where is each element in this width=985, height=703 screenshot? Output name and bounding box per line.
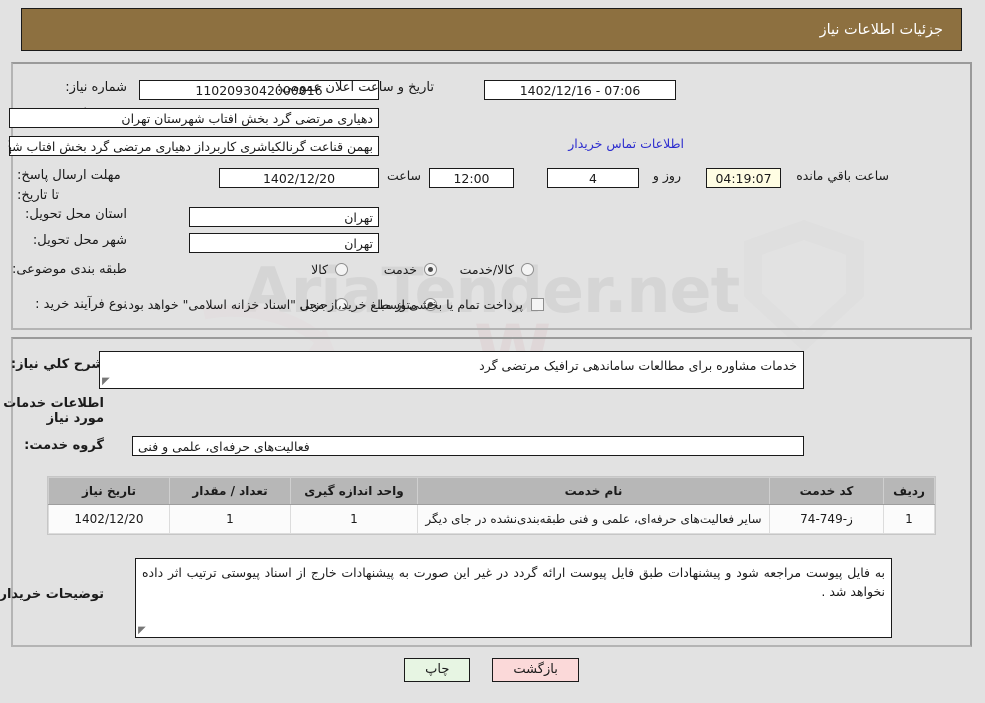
th-need-date: تاریخ نیاز [49, 477, 171, 505]
service-group-label: گروه خدمت: [25, 438, 105, 453]
delivery-province-label: استان محل تحویل: [26, 207, 128, 222]
buyer-org-value[interactable]: دهیاری مرتضی گرد بخش افتاب شهرستان تهران [10, 108, 380, 128]
service-group-label-wrap: گروه خدمت: [25, 438, 105, 453]
resize-grip-icon[interactable]: ◥ [103, 376, 113, 387]
cell-row-no: 1 [884, 504, 936, 534]
buyer-notes-textarea[interactable]: به فایل پیوست مراجعه شود و پیشنهادات طبق… [136, 558, 893, 638]
cell-unit: 1 [291, 504, 419, 534]
buyer-notes-value: به فایل پیوست مراجعه شود و پیشنهادات طبق… [143, 565, 886, 600]
resize-grip-icon-notes[interactable]: ◥ [139, 625, 149, 636]
delivery-province-field-wrap: تهران [190, 207, 380, 227]
category-option-goods-service-label: کالا/خدمت [460, 262, 515, 277]
th-quantity: تعداد / مقدار [170, 477, 292, 505]
deadline-label-wrap: مهلت ارسال پاسخ: تا تاریخ: [18, 166, 128, 205]
public-announce-value[interactable]: 07:06 - 1402/12/16 [485, 80, 677, 100]
deadline-hour-label-wrap: ساعت [388, 168, 422, 183]
table-row[interactable]: 1 ز-749-74 سایر فعالیت‌های حرفه‌ای، علمی… [49, 504, 936, 534]
category-radio-service-icon[interactable] [425, 263, 438, 276]
deadline-days[interactable]: 4 [548, 168, 640, 188]
print-button[interactable]: چاپ [405, 658, 472, 683]
cell-service-name: سایر فعالیت‌های حرفه‌ای، علمی و فنی طبقه… [418, 504, 771, 534]
buyer-contact-link-wrap: اطلاعات تماس خریدار [569, 136, 685, 151]
page-title: جزئیات اطلاعات نیاز [820, 21, 944, 38]
need-summary-label-wrap: شرح کلي نياز: [12, 357, 105, 372]
deadline-hour[interactable]: 12:00 [430, 168, 515, 188]
delivery-city-label: شهر محل تحویل: [33, 233, 128, 248]
category-option-goods[interactable]: کالا [312, 262, 349, 277]
need-number-label: شماره نیاز: [66, 80, 128, 95]
request-creator-value[interactable]: بهمن قناعت گرنالکیاشری کاربرداز دهیاری م… [10, 136, 380, 156]
deadline-date[interactable]: 1402/12/20 [220, 168, 380, 188]
category-label: طبقه بندی موضوعی: [12, 262, 128, 277]
delivery-city-label-wrap: شهر محل تحویل: [34, 233, 128, 248]
th-unit: واحد اندازه گیری [291, 477, 419, 505]
cell-need-date: 1402/12/20 [49, 504, 171, 534]
purchase-type-label-wrap: نوع فرآیند خرید : [36, 297, 128, 312]
deadline-days-label-wrap: روز و [654, 168, 682, 183]
treasury-bonds-checkbox[interactable] [532, 298, 545, 311]
public-announce-label: تاریخ و ساعت اعلان عمومی: [278, 80, 435, 95]
buyer-org-field-wrap: دهیاری مرتضی گرد بخش افتاب شهرستان تهران [10, 108, 380, 128]
th-service-code: کد خدمت [770, 477, 885, 505]
category-option-goods-service[interactable]: کالا/خدمت [461, 262, 535, 277]
need-info-panel [12, 62, 973, 330]
treasury-bonds-label: پرداخت تمام یا بخشی از مبلغ خرید،از محل … [125, 297, 524, 312]
action-button-bar: بازگشت چاپ [0, 658, 985, 683]
service-group-field-wrap: فعالیت‌های حرفه‌ای، علمی و فنی [133, 436, 805, 456]
buyer-contact-link[interactable]: اطلاعات تماس خریدار [569, 136, 685, 151]
th-service-name: نام خدمت [418, 477, 771, 505]
delivery-city-field-wrap: تهران [190, 233, 380, 253]
deadline-days-wrap: 4 [548, 168, 640, 188]
table-header-row: ردیف کد خدمت نام خدمت واحد اندازه گیری ت… [49, 477, 936, 505]
need-summary-label: شرح کلي نياز: [11, 357, 105, 372]
need-number-label-wrap: شماره نیاز: [66, 80, 128, 95]
category-radio-goods-icon[interactable] [336, 263, 349, 276]
deadline-date-wrap: 1402/12/20 [220, 168, 380, 188]
cell-quantity: 1 [170, 504, 292, 534]
purchase-type-label: نوع فرآیند خرید : [36, 297, 128, 312]
deadline-hour-label: ساعت [387, 168, 422, 183]
request-creator-field-wrap: بهمن قناعت گرنالکیاشری کاربرداز دهیاری م… [10, 136, 380, 156]
service-group-value[interactable]: فعالیت‌های حرفه‌ای، علمی و فنی [133, 436, 805, 456]
buyer-notes-label: توضیحات خریدار: [0, 587, 105, 602]
cell-service-code: ز-749-74 [770, 504, 885, 534]
remaining-label-wrap: ساعت باقي مانده [797, 168, 890, 183]
public-announce-label-wrap: تاریخ و ساعت اعلان عمومی: [278, 80, 435, 95]
category-option-service-label: خدمت [384, 262, 418, 277]
deadline-remaining-label: ساعت باقي مانده [797, 168, 890, 183]
countdown-timer: 04:19:07 [707, 168, 782, 188]
need-summary-value: خدمات مشاوره برای مطالعات ساماندهی ترافی… [480, 358, 798, 373]
back-button[interactable]: بازگشت [493, 658, 580, 683]
services-table-wrapper: ردیف کد خدمت نام خدمت واحد اندازه گیری ت… [48, 476, 937, 535]
delivery-province-value[interactable]: تهران [190, 207, 380, 227]
category-option-goods-label: کالا [312, 262, 329, 277]
deadline-label: مهلت ارسال پاسخ: تا تاریخ: [18, 168, 122, 203]
category-option-service[interactable]: خدمت [385, 262, 438, 277]
page-title-bar: جزئیات اطلاعات نیاز [22, 8, 963, 51]
need-summary-textarea[interactable]: خدمات مشاوره برای مطالعات ساماندهی ترافی… [100, 351, 805, 389]
th-row-no: ردیف [884, 477, 936, 505]
deadline-days-label: روز و [653, 168, 682, 183]
category-radio-goods-service-icon[interactable] [522, 263, 535, 276]
buyer-notes-label-wrap: توضیحات خریدار: [0, 587, 105, 602]
countdown-wrap: 04:19:07 [707, 168, 782, 188]
delivery-city-value[interactable]: تهران [190, 233, 380, 253]
category-label-wrap: طبقه بندی موضوعی: [13, 262, 128, 277]
treasury-bonds-option[interactable]: پرداخت تمام یا بخشی از مبلغ خرید،از محل … [125, 297, 545, 312]
services-section-heading: اطلاعات خدمات مورد نیاز [4, 396, 105, 426]
deadline-hour-wrap: 12:00 [430, 168, 515, 188]
public-announce-field-wrap: 07:06 - 1402/12/16 [485, 80, 677, 100]
services-table: ردیف کد خدمت نام خدمت واحد اندازه گیری ت… [49, 477, 936, 534]
delivery-province-label-wrap: استان محل تحویل: [26, 207, 128, 222]
